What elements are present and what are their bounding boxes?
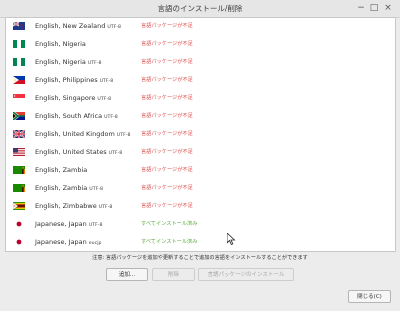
- language-encoding: UTF-8: [99, 79, 114, 84]
- language-encoding: UTF-8: [88, 223, 103, 228]
- language-encoding: UTF-8: [107, 25, 121, 30]
- zw-flag-icon: [13, 202, 25, 210]
- language-status: 言語パッケージが不足: [141, 131, 193, 137]
- ph-flag-icon: [13, 76, 25, 84]
- language-name: English, Singapore UTF-8: [35, 94, 111, 102]
- language-name: English, Philippines UTF-8: [35, 76, 113, 84]
- ng-flag-icon: [13, 58, 25, 66]
- language-status: 言語パッケージが不足: [141, 95, 193, 101]
- language-encoding: UTF-8: [98, 205, 113, 210]
- language-row[interactable]: English, Zimbabwe UTF-8 言語パッケージが不足: [6, 198, 395, 216]
- language-name: English, New Zealand UTF-8: [35, 22, 121, 30]
- window-titlebar: 言語のインストール/削除 − □ ×: [0, 0, 400, 18]
- jp-flag-icon: [13, 238, 25, 246]
- add-button[interactable]: 追加...: [106, 268, 148, 281]
- language-name: English, South Africa UTF-8: [35, 112, 118, 120]
- gb-flag-icon: [13, 130, 25, 138]
- language-encoding: UTF-8: [116, 133, 131, 138]
- language-name-text: English, Zambia: [35, 166, 88, 174]
- remove-button[interactable]: 削除: [152, 268, 195, 281]
- nz-flag-icon: [13, 22, 25, 30]
- language-list[interactable]: English, New Zealand UTF-8 言語パッケージが不足 Engli…: [5, 17, 396, 252]
- zm-flag-icon: [13, 184, 25, 192]
- minimize-button[interactable]: −: [356, 3, 366, 13]
- close-window-button[interactable]: ×: [383, 3, 393, 13]
- language-name: English, United Kingdom UTF-8: [35, 130, 130, 138]
- language-row[interactable]: English, South Africa UTF-8 言語パッケージが不足: [6, 108, 395, 126]
- za-flag-icon: [13, 112, 25, 120]
- sg-flag-icon: [13, 94, 25, 102]
- language-status: すべてインストール済み: [141, 239, 198, 245]
- note-text: 注意: 言語パッケージを追加や更新することで追加の言語をインストールすることがで…: [92, 255, 308, 261]
- language-row[interactable]: English, Philippines UTF-8 言語パッケージが不足: [6, 72, 395, 90]
- language-status: 言語パッケージが不足: [141, 149, 193, 155]
- jp-flag-icon: [13, 220, 25, 228]
- language-status: 言語パッケージが不足: [141, 59, 193, 65]
- language-name-text: Japanese, Japan: [35, 238, 87, 246]
- language-name-text: English, Nigeria: [35, 40, 86, 48]
- language-name: English, United States UTF-8: [35, 148, 122, 156]
- zm-flag-icon: [13, 166, 25, 174]
- language-encoding: UTF-8: [104, 115, 118, 120]
- maximize-button[interactable]: □: [369, 3, 379, 13]
- language-encoding: UTF-8: [87, 61, 102, 66]
- language-name: English, Zimbabwe UTF-8: [35, 202, 112, 210]
- language-name: Japanese, Japan eucjp: [35, 238, 102, 246]
- install-language-packages-button[interactable]: 言語パッケージのインストール: [198, 268, 294, 281]
- language-name-text: English, Nigeria: [35, 58, 86, 66]
- language-status: 言語パッケージが不足: [141, 185, 193, 191]
- close-button[interactable]: 閉じる(C): [348, 290, 391, 303]
- language-row[interactable]: English, Zambia UTF-8 言語パッケージが不足: [6, 180, 395, 198]
- us-flag-icon: [13, 148, 25, 156]
- language-name-text: English, New Zealand: [35, 22, 106, 30]
- language-encoding: UTF-8: [97, 97, 112, 102]
- window-title: 言語のインストール/削除: [157, 4, 243, 13]
- language-status: 言語パッケージが不足: [141, 203, 193, 209]
- language-status: 言語パッケージが不足: [141, 113, 193, 119]
- language-status: 言語パッケージが不足: [141, 41, 193, 47]
- language-encoding: eucjp: [88, 241, 102, 246]
- language-name: English, Nigeria UTF-8: [35, 58, 102, 66]
- language-row[interactable]: English, New Zealand UTF-8 言語パッケージが不足: [6, 18, 395, 36]
- language-name: English, Nigeria: [35, 40, 86, 48]
- language-name-text: English, Singapore: [35, 94, 96, 102]
- language-row[interactable]: English, Singapore UTF-8 言語パッケージが不足: [6, 90, 395, 108]
- language-status: 言語パッケージが不足: [141, 77, 193, 83]
- language-row[interactable]: English, United States UTF-8 言語パッケージが不足: [6, 144, 395, 162]
- language-name-text: English, Zimbabwe: [35, 202, 97, 210]
- language-row[interactable]: English, Zambia 言語パッケージが不足: [6, 162, 395, 180]
- language-name-text: English, Zambia: [35, 184, 88, 192]
- language-status: 言語パッケージが不足: [141, 167, 193, 173]
- language-row[interactable]: English, Nigeria 言語パッケージが不足: [6, 36, 395, 54]
- language-row[interactable]: English, Nigeria UTF-8 言語パッケージが不足: [6, 54, 395, 72]
- language-row[interactable]: Japanese, Japan UTF-8 すべてインストール済み: [6, 216, 395, 234]
- language-name-text: English, United Kingdom: [35, 130, 115, 138]
- language-encoding: UTF-8: [108, 151, 123, 156]
- language-name-text: English, United States: [35, 148, 107, 156]
- language-name: Japanese, Japan UTF-8: [35, 220, 102, 228]
- ng-flag-icon: [13, 40, 25, 48]
- language-name: English, Zambia UTF-8: [35, 184, 103, 192]
- mouse-pointer-icon: [227, 233, 236, 245]
- language-row[interactable]: Japanese, Japan eucjp すべてインストール済み: [6, 234, 395, 251]
- language-name: English, Zambia: [35, 166, 87, 174]
- language-name-text: Japanese, Japan: [35, 220, 87, 228]
- language-name-text: English, South Africa: [35, 112, 103, 120]
- language-name-text: English, Philippines: [35, 76, 98, 84]
- language-status: すべてインストール済み: [141, 221, 198, 227]
- language-encoding: UTF-8: [89, 187, 103, 192]
- language-status: 言語パッケージが不足: [141, 23, 193, 29]
- language-row[interactable]: English, United Kingdom UTF-8 言語パッケージが不足: [6, 126, 395, 144]
